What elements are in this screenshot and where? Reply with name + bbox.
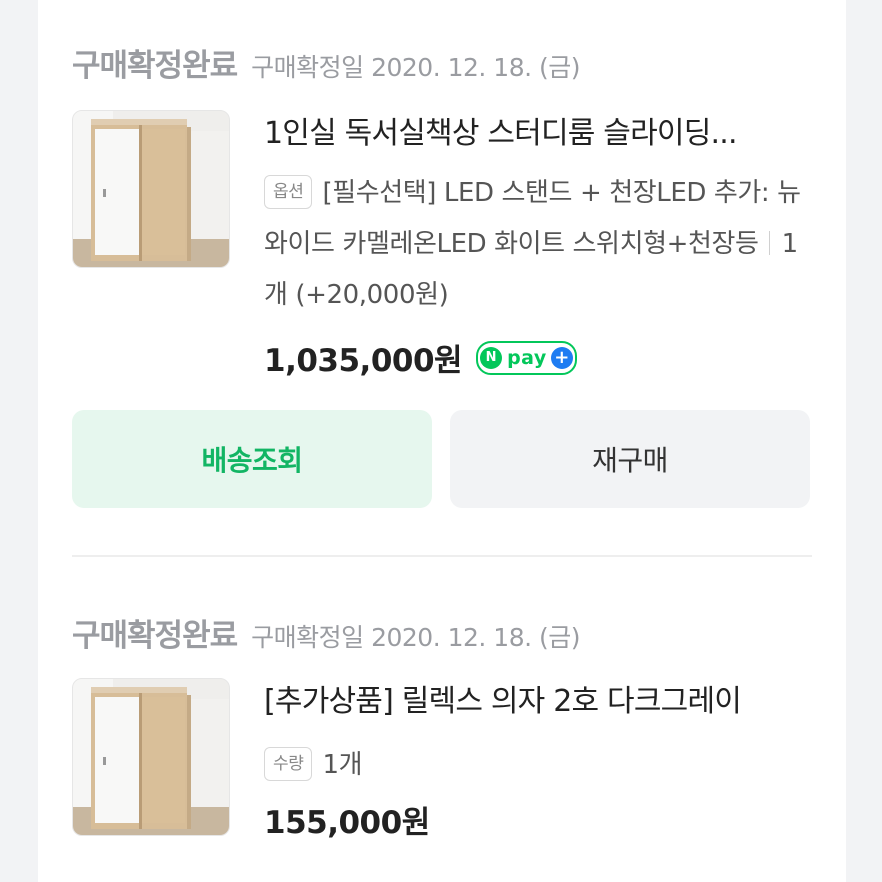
product-info: 1인실 독서실책상 스터디룸 슬라이딩... 옵션 [필수선택] LED 스탠드 … [264,108,812,380]
order-divider [72,555,812,557]
product-info: [추가상품] 릴렉스 의자 2호 다크그레이 수량 1개 155,000원 [264,676,812,842]
confirm-date: 구매확정일 2020. 12. 18. (금) [251,53,581,82]
npay-logo-icon: N pay + [476,340,577,375]
product-thumbnail[interactable] [72,678,230,836]
product-price: 1,035,000원 [264,343,463,379]
sliding-door-booth-image [73,679,229,835]
option-text: [필수선택] LED 스탠드 + 천장LED 추가: 뉴와이드 카멜레온LED … [264,178,801,259]
price-row: 1,035,000원 N pay + [264,335,812,380]
order-list-card: 구매확정완료 구매확정일 2020. 12. 18. (금) 1인실 독서실책상… [38,0,846,882]
product-price: 155,000원 [264,805,430,841]
option-badge: 옵션 [264,175,313,209]
npay-n-mark: N [480,346,503,369]
confirm-date: 구매확정일 2020. 12. 18. (금) [251,623,581,652]
rebuy-button[interactable]: 재구매 [450,410,810,508]
product-name[interactable]: [추가상품] 릴렉스 의자 2호 다크그레이 [264,676,812,728]
product-thumbnail[interactable] [72,110,230,268]
quantity-badge: 수량 [264,747,313,781]
price-row: 155,000원 [264,797,812,842]
order-status-row: 구매확정완료 구매확정일 2020. 12. 18. (금) [72,40,581,85]
option-divider [768,231,770,255]
order-status: 구매확정완료 [72,618,238,654]
order-status-row: 구매확정완료 구매확정일 2020. 12. 18. (금) [72,610,581,655]
product-option: 수량 1개 [264,740,812,791]
npay-text: pay [507,346,547,369]
order-status: 구매확정완료 [72,48,238,84]
track-delivery-button[interactable]: 배송조회 [72,410,432,508]
product-option: 옵션 [필수선택] LED 스탠드 + 천장LED 추가: 뉴와이드 카멜레온LE… [264,168,812,321]
npay-plus-icon: + [550,346,573,369]
option-quantity: 1개 [322,750,363,780]
product-name[interactable]: 1인실 독서실책상 스터디룸 슬라이딩... [264,108,812,160]
sliding-door-booth-image [73,111,229,267]
